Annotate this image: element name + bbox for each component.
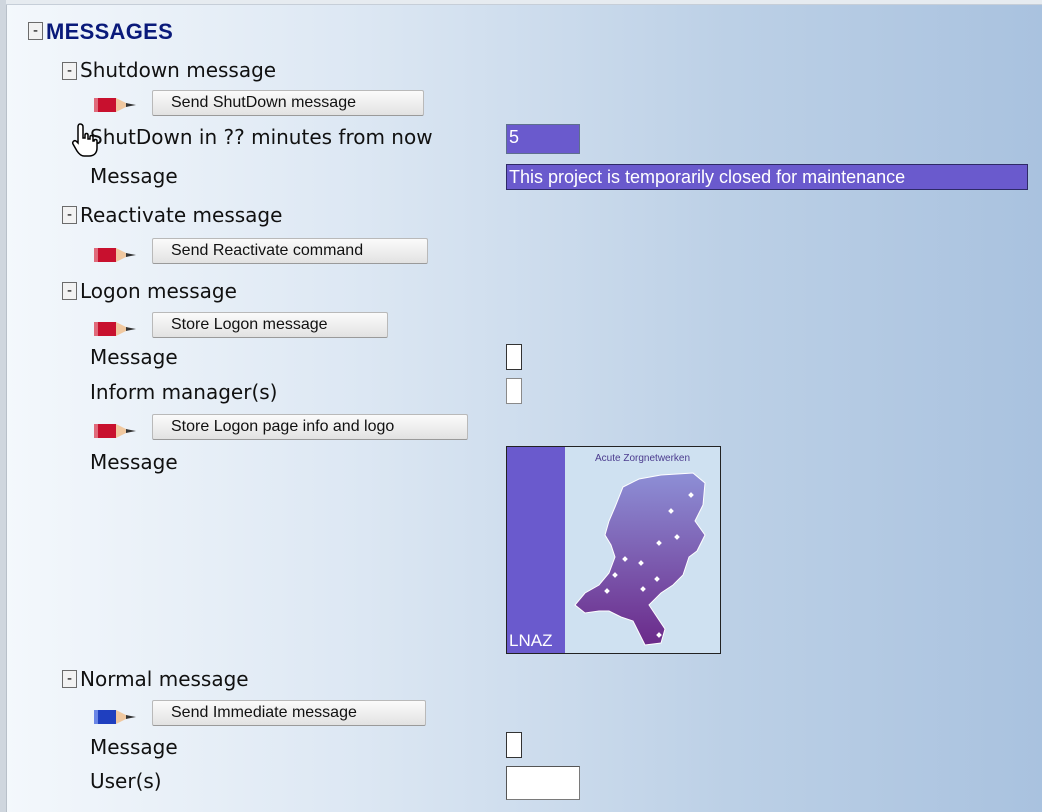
normal-section-title: Normal message: [80, 667, 249, 691]
logon-logo-message-label: Message: [90, 450, 178, 474]
normal-message-checkbox[interactable]: [506, 732, 522, 758]
netherlands-map-icon: [574, 472, 706, 646]
pencil-red-icon: [94, 98, 136, 112]
window-left-edge: [0, 0, 7, 812]
shutdown-minutes-label: ShutDown in ?? minutes from now: [90, 125, 433, 149]
window-top-edge: [6, 0, 1042, 5]
logon-collapse-toggle[interactable]: -: [62, 282, 77, 300]
shutdown-message-input[interactable]: This project is temporarily closed for m…: [506, 164, 1028, 190]
normal-collapse-toggle[interactable]: -: [62, 670, 77, 688]
logon-section-title: Logon message: [80, 279, 237, 303]
normal-message-label: Message: [90, 735, 178, 759]
users-input[interactable]: [506, 766, 580, 800]
shutdown-collapse-toggle[interactable]: -: [62, 62, 77, 80]
shutdown-message-label: Message: [90, 164, 178, 188]
reactivate-collapse-toggle[interactable]: -: [62, 206, 77, 224]
users-label: User(s): [90, 769, 162, 793]
logon-message-label: Message: [90, 345, 178, 369]
pencil-blue-icon: [94, 710, 136, 724]
logo-caption: Acute Zorgnetwerken: [595, 453, 691, 464]
reactivate-section-title: Reactivate message: [80, 203, 283, 227]
inform-managers-label: Inform manager(s): [90, 380, 278, 404]
inform-managers-checkbox[interactable]: [506, 378, 522, 404]
logo-text: LNAZ: [509, 631, 553, 650]
send-reactivate-button[interactable]: Send Reactivate command: [152, 238, 428, 264]
store-logon-page-info-button[interactable]: Store Logon page info and logo: [152, 414, 468, 440]
logon-message-checkbox[interactable]: [506, 344, 522, 370]
messages-title: MESSAGES: [46, 19, 174, 44]
messages-collapse-toggle[interactable]: -: [28, 22, 43, 40]
store-logon-message-button[interactable]: Store Logon message: [152, 312, 388, 338]
pencil-red-icon: [94, 424, 136, 438]
logon-logo-image[interactable]: Acute Zorgnetwerken LNAZ: [506, 446, 721, 654]
logo-side-bar: [507, 447, 565, 653]
shutdown-section-title: Shutdown message: [80, 58, 277, 82]
send-shutdown-button[interactable]: Send ShutDown message: [152, 90, 424, 116]
shutdown-minutes-input[interactable]: 5: [506, 124, 580, 154]
pencil-red-icon: [94, 248, 136, 262]
hand-pointer-icon: [72, 123, 98, 157]
send-immediate-message-button[interactable]: Send Immediate message: [152, 700, 426, 726]
pencil-red-icon: [94, 322, 136, 336]
